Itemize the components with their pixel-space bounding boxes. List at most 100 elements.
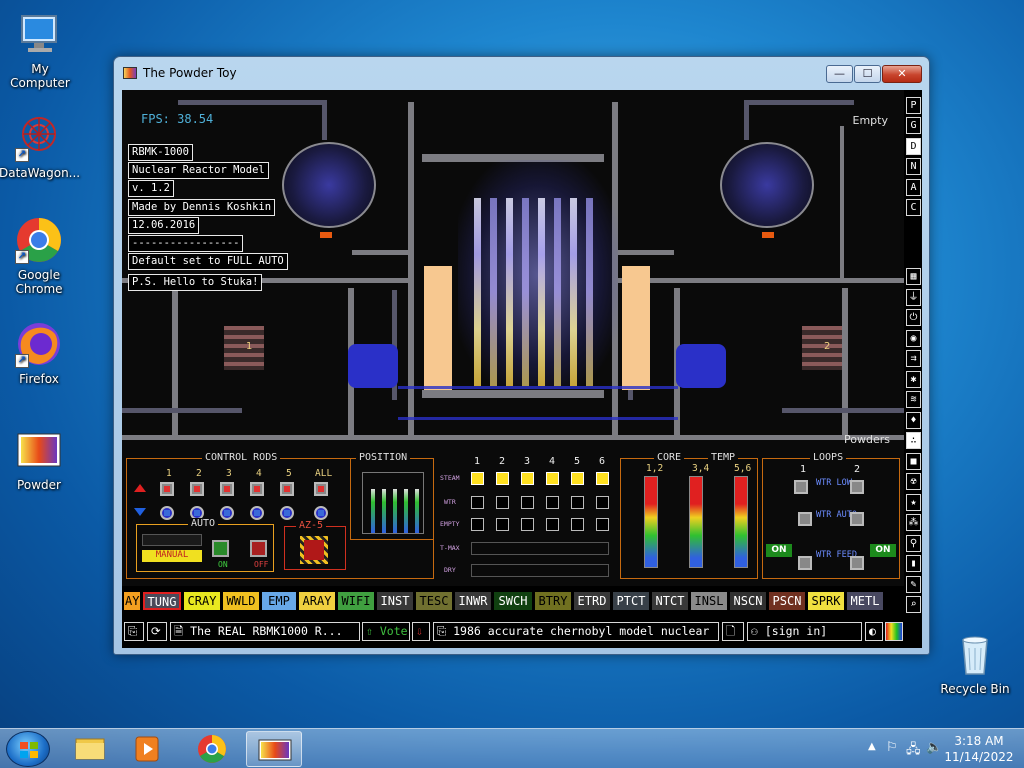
element-button-btry[interactable]: BTRY	[535, 592, 571, 610]
newtonian-button[interactable]: N	[906, 158, 921, 175]
taskbar-explorer[interactable]	[62, 731, 118, 767]
element-button-wifi[interactable]: WIFI	[338, 592, 374, 610]
decoration-icon[interactable]: ✎	[906, 576, 921, 593]
network-icon[interactable]: 🖧	[906, 740, 921, 762]
element-button-wwld[interactable]: WWLD	[223, 592, 259, 610]
reload-icon[interactable]: ⟳	[147, 622, 167, 641]
rod-up-button-all[interactable]	[314, 482, 328, 496]
element-button-inst[interactable]: INST	[377, 592, 413, 610]
tools-icon[interactable]: ⚲	[906, 535, 921, 552]
element-button-sprk[interactable]: SPRK	[808, 592, 844, 610]
az5-button[interactable]	[300, 536, 328, 564]
special-icon[interactable]: ★	[906, 494, 921, 511]
loop-pump-button-1[interactable]	[794, 480, 808, 494]
element-button-inwr[interactable]: INWR	[455, 592, 491, 610]
rod-down-button-4[interactable]	[250, 506, 264, 520]
rod-down-button-all[interactable]	[314, 506, 328, 520]
gravity-button[interactable]: G	[906, 117, 921, 134]
desktop-icon-recycle-bin[interactable]: Recycle Bin	[935, 630, 1015, 696]
vote-down-button[interactable]: ⇩	[412, 622, 430, 641]
element-button-metl[interactable]: METL	[847, 592, 883, 610]
properties-button[interactable]: P	[906, 97, 921, 114]
save-name-field[interactable]: 🗎 The REAL RBMK1000 R...	[170, 622, 360, 641]
close-button[interactable]: ✕	[882, 65, 922, 83]
maximize-button[interactable]: ☐	[854, 65, 881, 83]
loop-pump-button-2[interactable]	[850, 480, 864, 494]
settings-icon[interactable]: ◐	[865, 622, 883, 641]
element-button-aray[interactable]: ARAY	[299, 592, 335, 610]
rod-down-button-3[interactable]	[220, 506, 234, 520]
explosives-icon[interactable]: ✱	[906, 371, 921, 388]
clock-time[interactable]: 3:18 AM	[944, 734, 1014, 748]
auto-off-button[interactable]	[250, 540, 267, 557]
powered-icon[interactable]: ⏻	[906, 309, 921, 326]
volume-icon[interactable]: 🔈	[926, 740, 942, 755]
rod-down-button-1[interactable]	[160, 506, 174, 520]
life-icon[interactable]: ⁂	[906, 514, 921, 531]
window-titlebar[interactable]: The Powder Toy — ☐ ✕	[114, 57, 929, 87]
element-button-ay[interactable]: AY	[124, 592, 140, 610]
action-center-icon[interactable]: ⚐	[886, 740, 898, 755]
open-save-icon[interactable]: ⎘	[124, 622, 144, 641]
rod-up-button-2[interactable]	[190, 482, 204, 496]
element-button-swch[interactable]: SWCH	[494, 592, 532, 610]
desktop-icon-my-computer[interactable]: My Computer	[0, 10, 80, 90]
force-icon[interactable]: ⇉	[906, 350, 921, 367]
rod-down-button-5[interactable]	[280, 506, 294, 520]
sign-in-button[interactable]: ⚇ [sign in]	[747, 622, 862, 641]
desktop-icon-datawagon[interactable]: ↗ DataWagon...	[0, 114, 80, 180]
powders-icon[interactable]: ∴	[906, 432, 921, 449]
element-button-nscn[interactable]: NSCN	[730, 592, 766, 610]
rod-up-button-4[interactable]	[250, 482, 264, 496]
element-button-emp[interactable]: EMP	[262, 592, 296, 610]
taskbar-media-player[interactable]	[120, 731, 176, 767]
taskbar-powder-toy[interactable]	[246, 731, 302, 767]
loop-feed-button-2[interactable]	[850, 512, 864, 526]
gas-icon[interactable]: ≋	[906, 391, 921, 408]
element-button-cray[interactable]: CRAY	[184, 592, 220, 610]
element-button-tesc[interactable]: TESC	[416, 592, 452, 610]
rod-up-button-5[interactable]	[280, 482, 294, 496]
favorites-icon[interactable]: ▮	[906, 555, 921, 572]
manual-button[interactable]: MANUAL	[142, 550, 202, 562]
start-button[interactable]	[6, 731, 50, 767]
element-button-ptct[interactable]: PTCT	[613, 592, 649, 610]
element-button-pscn[interactable]: PSCN	[769, 592, 805, 610]
taskbar-chrome[interactable]	[184, 731, 240, 767]
loop-feed-button-1[interactable]	[798, 512, 812, 526]
liquids-icon[interactable]: ♦	[906, 412, 921, 429]
auto-on-button[interactable]	[212, 540, 229, 557]
solids-icon[interactable]: ■	[906, 453, 921, 470]
loop-on-button-2[interactable]: ON	[870, 544, 896, 557]
loop-drain-button-2[interactable]	[850, 556, 864, 570]
desktop-icon-firefox[interactable]: ↗ Firefox	[0, 320, 79, 386]
console-button[interactable]: C	[906, 199, 921, 216]
loop-drain-button-1[interactable]	[798, 556, 812, 570]
element-button-tung[interactable]: TUNG	[143, 592, 181, 610]
rod-up-button-1[interactable]	[160, 482, 174, 496]
loop-on-button-1[interactable]: ON	[766, 544, 792, 557]
ambient-heat-button[interactable]: A	[906, 179, 921, 196]
element-button-insl[interactable]: INSL	[691, 592, 727, 610]
show-hidden-icons[interactable]: ▲	[868, 741, 876, 752]
walls-icon[interactable]: ▦	[906, 268, 921, 285]
electronics-icon[interactable]: ⏚	[906, 289, 921, 306]
element-button-etrd[interactable]: ETRD	[574, 592, 610, 610]
radioactive-icon[interactable]: ☢	[906, 473, 921, 490]
description-field[interactable]: ⎘ 1986 accurate chernobyl model nuclear …	[433, 622, 719, 641]
core-temp-gauge-1	[644, 476, 658, 568]
search-icon[interactable]: ⌕	[906, 596, 921, 613]
vote-up-button[interactable]: ⇧ Vote	[362, 622, 410, 641]
element-button-ntct[interactable]: NTCT	[652, 592, 688, 610]
desktop-icon-chrome[interactable]: ↗ Google Chrome	[0, 216, 79, 296]
report-icon[interactable]: 🗋	[722, 622, 744, 641]
render-options-icon[interactable]	[885, 622, 903, 641]
sensors-icon[interactable]: ◉	[906, 330, 921, 347]
simulation-canvas[interactable]: 1 2 FPS: 38.54 Empty Powders RBMK-1000 N…	[122, 90, 904, 586]
desktop-icon-powder[interactable]: Powder	[0, 426, 79, 492]
clock-date[interactable]: 11/14/2022	[944, 750, 1014, 764]
fuel-rod	[586, 198, 593, 386]
rod-up-button-3[interactable]	[220, 482, 234, 496]
decorations-button[interactable]: D	[906, 138, 921, 155]
minimize-button[interactable]: —	[826, 65, 853, 83]
